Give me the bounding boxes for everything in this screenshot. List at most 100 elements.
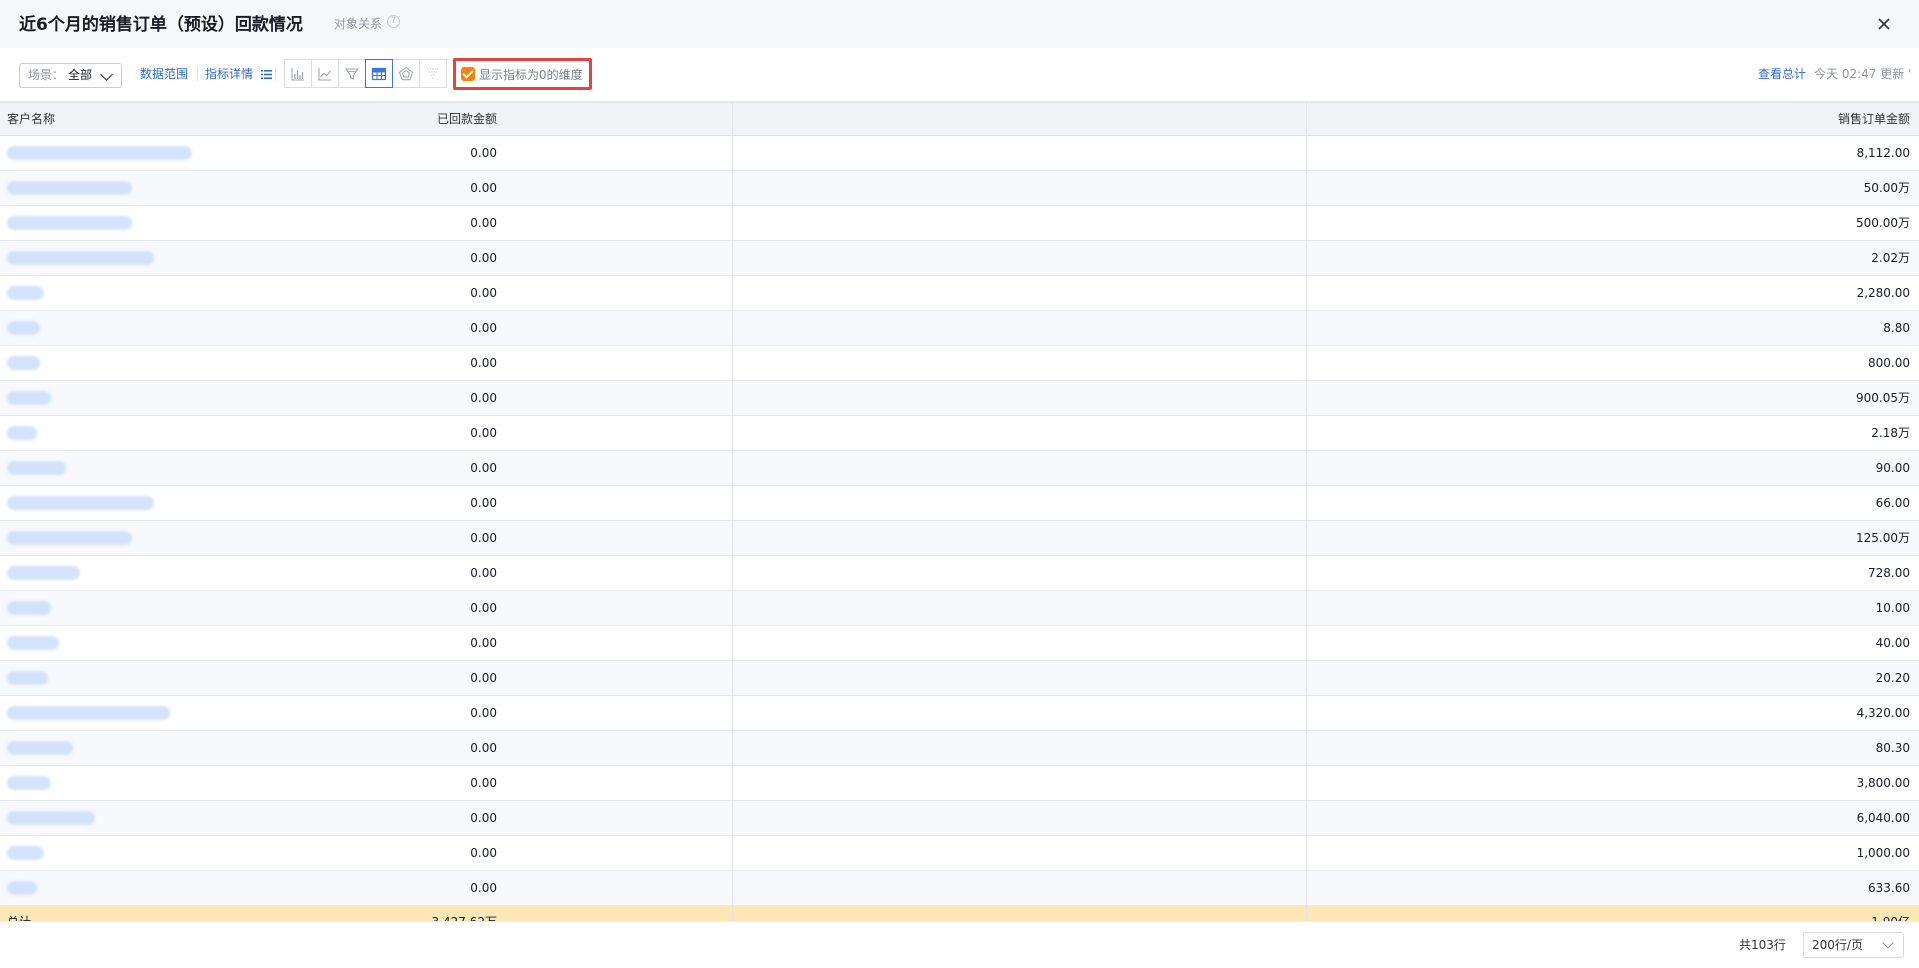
redacted-name-mask [7, 776, 51, 790]
order-amount-cell: 1,000.00 [1856, 846, 1910, 860]
scene-select[interactable]: 场景： 全部 [19, 63, 122, 88]
table-row: 0.00 4,320.00 [0, 696, 1919, 731]
paid-amount-cell: 0.00 [470, 461, 497, 475]
redacted-name-mask [7, 846, 44, 860]
page-size-value: 200行/页 [1812, 938, 1863, 952]
paid-amount-cell: 0.00 [470, 706, 497, 720]
paid-amount-cell: 0.00 [470, 671, 497, 685]
radar-chart-icon[interactable] [392, 59, 420, 88]
dialog-header: 近6个月的销售订单（预设）回款情况 对象关系 ? [0, 0, 1919, 48]
show-zero-checkbox[interactable] [461, 67, 475, 81]
table-row: 0.00 728.00 [0, 556, 1919, 591]
table-row: 0.00 2,280.00 [0, 276, 1919, 311]
paid-amount-cell: 0.00 [470, 321, 497, 335]
table-row: 0.00 50.00万 [0, 171, 1919, 206]
redacted-name-mask [7, 321, 40, 335]
redacted-name-mask [7, 566, 80, 580]
order-amount-cell: 8,112.00 [1856, 146, 1910, 160]
paid-amount-cell: 0.00 [470, 391, 497, 405]
table-row: 0.00 90.00 [0, 451, 1919, 486]
redacted-name-mask [7, 426, 37, 440]
order-amount-cell: 2.18万 [1871, 426, 1910, 440]
show-zero-dimension-toggle[interactable]: 显示指标为0的维度 [453, 58, 592, 90]
redacted-name-mask [7, 531, 132, 545]
table-row: 0.00 125.00万 [0, 521, 1919, 556]
table-row: 0.00 8,112.00 [0, 136, 1919, 171]
redacted-name-mask [7, 286, 44, 300]
paid-amount-cell: 0.00 [470, 881, 497, 895]
redacted-name-mask [7, 881, 37, 895]
paid-amount-cell: 0.00 [470, 846, 497, 860]
column-header-paid[interactable]: 已回款金额 [437, 103, 497, 136]
table-row: 0.00 500.00万 [0, 206, 1919, 241]
redacted-name-mask [7, 146, 192, 160]
column-divider[interactable] [732, 102, 733, 921]
paid-amount-cell: 0.00 [470, 566, 497, 580]
column-header-customer[interactable]: 客户名称 [7, 103, 55, 136]
chart-type-switcher [284, 59, 447, 88]
order-amount-cell: 40.00 [1875, 636, 1910, 650]
toolbar: 场景：全部 数据范围 指标详情 显示指标为0的维度 查看总计 今天 02:47 [0, 48, 1919, 102]
paid-amount-cell: 0.00 [470, 251, 497, 265]
table-row: 0.00 633.60 [0, 871, 1919, 906]
scene-label: 场景： [28, 68, 65, 82]
order-amount-cell: 2.02万 [1871, 251, 1910, 265]
redacted-name-mask [7, 216, 132, 230]
list-icon [260, 70, 272, 79]
table-row: 0.00 8.80 [0, 311, 1919, 346]
table-view-icon[interactable] [365, 59, 393, 88]
redacted-name-mask [7, 671, 48, 685]
table-row: 0.00 2.18万 [0, 416, 1919, 451]
redacted-name-mask [7, 706, 170, 720]
help-icon[interactable]: ? [387, 15, 400, 28]
redacted-name-mask [7, 391, 51, 405]
toolbar-divider [275, 67, 276, 81]
table-row: 0.00 800.00 [0, 346, 1919, 381]
funnel-chart-icon[interactable] [338, 59, 366, 88]
table-row: 0.00 40.00 [0, 626, 1919, 661]
redacted-name-mask [7, 811, 95, 825]
paid-amount-cell: 0.00 [470, 216, 497, 230]
metric-detail-link[interactable]: 指标详情 [205, 65, 272, 82]
table-row: 0.00 10.00 [0, 591, 1919, 626]
chevron-down-icon [1882, 937, 1894, 949]
view-total-link[interactable]: 查看总计 [1758, 65, 1806, 82]
column-divider[interactable] [1306, 102, 1307, 921]
row-count: 共103行 [1739, 938, 1786, 952]
order-amount-cell: 728.00 [1868, 566, 1910, 580]
order-amount-cell: 900.05万 [1856, 391, 1910, 405]
order-amount-cell: 6,040.00 [1856, 811, 1910, 825]
table-row: 0.00 2.02万 [0, 241, 1919, 276]
paid-amount-cell: 0.00 [470, 286, 497, 300]
total-label: 总计 [7, 905, 31, 921]
sort-icon[interactable] [419, 59, 447, 88]
table-row: 0.00 1,000.00 [0, 836, 1919, 871]
redacted-name-mask [7, 741, 73, 755]
line-chart-icon[interactable] [311, 59, 339, 88]
update-time: 今天 02:47 更新 ' [1814, 67, 1912, 81]
table-row: 0.00 20.20 [0, 661, 1919, 696]
column-header-amount[interactable]: 销售订单金额 [1838, 103, 1910, 136]
order-amount-cell: 8.80 [1883, 321, 1910, 335]
order-amount-cell: 633.60 [1868, 881, 1910, 895]
paid-amount-cell: 0.00 [470, 356, 497, 370]
redacted-name-mask [7, 636, 59, 650]
data-range-link[interactable]: 数据范围 [140, 65, 188, 82]
order-amount-cell: 500.00万 [1856, 216, 1910, 230]
order-amount-cell: 125.00万 [1856, 531, 1910, 545]
paid-amount-cell: 0.00 [470, 496, 497, 510]
bar-chart-icon[interactable] [284, 59, 312, 88]
order-amount-cell: 4,320.00 [1856, 706, 1910, 720]
total-amount: 1.90亿 [1871, 905, 1910, 921]
order-amount-cell: 20.20 [1875, 671, 1910, 685]
page-size-select[interactable]: 200行/页 [1803, 932, 1904, 958]
order-amount-cell: 3,800.00 [1856, 776, 1910, 790]
redacted-name-mask [7, 251, 154, 265]
close-icon[interactable] [1872, 12, 1896, 36]
paid-amount-cell: 0.00 [470, 776, 497, 790]
paid-amount-cell: 0.00 [470, 531, 497, 545]
paid-amount-cell: 0.00 [470, 601, 497, 615]
pagination-bar: 共103行 200行/页 [0, 921, 1919, 968]
chevron-down-icon [100, 68, 113, 81]
metric-detail-label: 指标详情 [205, 67, 254, 81]
